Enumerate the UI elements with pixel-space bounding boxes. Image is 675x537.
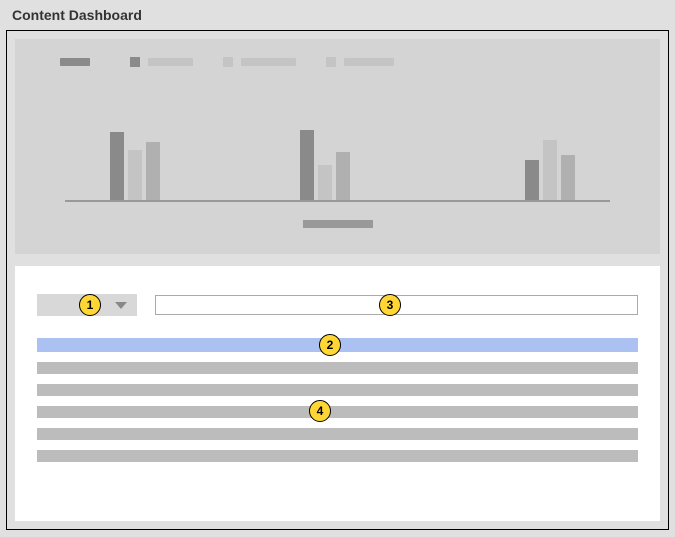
table-row[interactable] (37, 384, 638, 396)
legend-swatch-2 (223, 57, 233, 67)
callout-marker-3: 3 (379, 294, 401, 316)
bar-g2-s2 (318, 165, 332, 200)
legend-item-1 (130, 57, 193, 67)
bar-g3-s1 (525, 160, 539, 200)
chart-caption (303, 220, 373, 228)
bar-g2-s3 (336, 152, 350, 200)
legend-swatch-3 (326, 57, 336, 67)
legend-item-3 (326, 57, 394, 67)
legend-label-2 (241, 58, 296, 66)
content-list-panel: 1 3 2 4 (15, 266, 660, 521)
chart-area (65, 92, 610, 202)
bar-g3-s2 (543, 140, 557, 200)
controls-row: 1 3 (37, 294, 638, 316)
bar-group-2 (300, 130, 360, 200)
callout-marker-4: 4 (309, 400, 331, 422)
chart-panel (15, 39, 660, 254)
bar-g3-s3 (561, 155, 575, 200)
callout-marker-1: 1 (79, 294, 101, 316)
bar-g1-s2 (128, 150, 142, 200)
legend-label-1 (148, 58, 193, 66)
table-row[interactable] (37, 428, 638, 440)
legend-item-2 (223, 57, 296, 67)
bar-g2-s1 (300, 130, 314, 200)
main-frame: 1 3 2 4 (6, 30, 669, 530)
table-row[interactable] (37, 362, 638, 374)
content-rows: 2 4 (37, 338, 638, 462)
legend-label-3 (344, 58, 394, 66)
legend-swatch-1 (130, 57, 140, 67)
chart-x-axis (65, 200, 610, 202)
legend-prefix (60, 58, 90, 66)
bar-group-1 (110, 132, 170, 200)
window-title: Content Dashboard (0, 0, 675, 30)
bar-group-3 (525, 140, 585, 200)
callout-marker-2: 2 (319, 334, 341, 356)
bar-g1-s1 (110, 132, 124, 200)
table-row[interactable] (37, 406, 638, 418)
chart-legend (60, 57, 640, 67)
table-row[interactable] (37, 450, 638, 462)
chevron-down-icon (115, 302, 127, 309)
bar-g1-s3 (146, 142, 160, 200)
